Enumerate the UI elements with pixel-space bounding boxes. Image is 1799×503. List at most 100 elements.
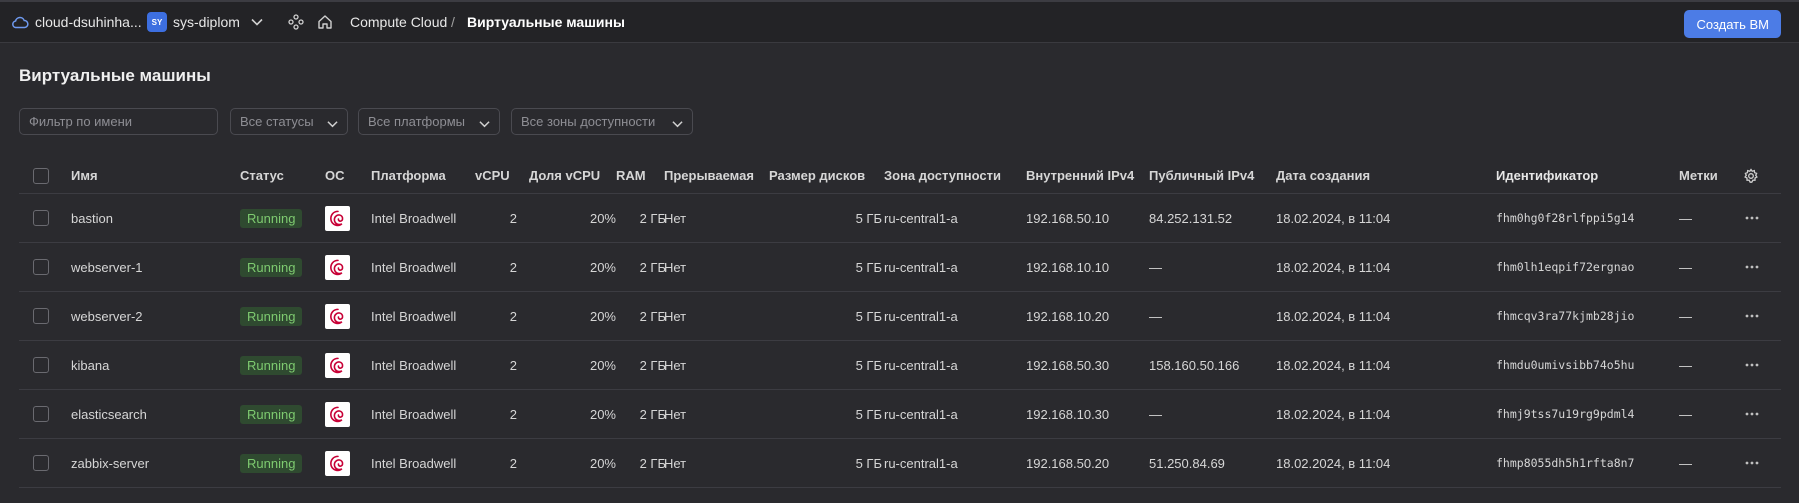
more-horizontal-icon[interactable] — [1745, 243, 1759, 291]
chevron-down-icon[interactable] — [250, 0, 264, 43]
debian-logo-icon — [325, 205, 350, 231]
cloud-selector[interactable]: cloud-dsuhinha... — [35, 0, 142, 43]
col-header-public-ip[interactable]: Публичный IPv4 — [1149, 158, 1254, 193]
status-filter-select[interactable]: Все статусы — [230, 108, 348, 135]
zone-cell: ru-central1-a — [884, 259, 958, 275]
os-cell — [325, 390, 350, 438]
table-row[interactable]: webserver-1 Running Intel Broadwell 2 20% 2 Г… — [19, 243, 1781, 292]
name-filter-placeholder: Фильтр по имени — [29, 114, 133, 129]
tags-cell: — — [1679, 455, 1692, 471]
col-header-internal-ip[interactable]: Внутренний IPv4 — [1026, 158, 1134, 193]
tags-cell: — — [1679, 259, 1692, 275]
table-row[interactable]: elasticsearch Running Intel Broadwell 2 20% 2… — [19, 390, 1781, 439]
status-badge: Running — [240, 355, 303, 375]
internal-ip-cell: 192.168.10.20 — [1026, 308, 1110, 324]
created-cell: 18.02.2024, в 11:04 — [1276, 357, 1391, 373]
platform-cell: Intel Broadwell — [371, 357, 457, 373]
more-horizontal-icon[interactable] — [1745, 439, 1759, 487]
platform-cell: Intel Broadwell — [371, 210, 457, 226]
col-header-status[interactable]: Статус — [240, 158, 284, 193]
col-header-id[interactable]: Идентификатор — [1496, 158, 1598, 193]
vm-name-link[interactable]: bastion — [71, 194, 113, 242]
table-row[interactable]: zabbix-server Running Intel Broadwell 2 20% 2… — [19, 439, 1781, 488]
select-all-checkbox[interactable] — [33, 158, 51, 193]
tags-cell: — — [1679, 406, 1692, 422]
col-header-vcpu-share[interactable]: Доля vCPU — [529, 158, 616, 193]
platform-filter-select[interactable]: Все платформы — [358, 108, 500, 135]
platform-cell: Intel Broadwell — [371, 259, 457, 275]
internal-ip-cell: 192.168.50.20 — [1026, 455, 1110, 471]
vcpu-share-cell: 20% — [589, 259, 616, 275]
disk-cell: 5 ГБ — [855, 406, 882, 422]
home-icon[interactable] — [317, 0, 333, 43]
vm-name-link[interactable]: webserver-1 — [71, 243, 143, 291]
vm-table: Имя Статус ОС Платформа vCPU Доля vCPU R… — [19, 158, 1781, 488]
services-icon[interactable] — [288, 0, 304, 43]
os-cell — [325, 194, 350, 242]
gear-icon[interactable] — [1743, 158, 1759, 193]
name-filter-input[interactable]: Фильтр по имени — [19, 108, 218, 135]
zone-filter-select[interactable]: Все зоны доступности — [511, 108, 693, 135]
preemptible-cell: Нет — [664, 210, 687, 226]
vm-name-link[interactable]: zabbix-server — [71, 439, 149, 487]
table-row[interactable]: bastion Running Intel Broadwell 2 20% 2 ГБ Нет… — [19, 194, 1781, 243]
table-row[interactable]: kibana Running Intel Broadwell 2 20% 2 ГБ Нет 5… — [19, 341, 1781, 390]
more-horizontal-icon[interactable] — [1745, 390, 1759, 438]
vcpu-cell: 2 — [509, 357, 517, 373]
col-header-vcpu[interactable]: vCPU — [475, 158, 515, 193]
status-cell: Running — [240, 390, 303, 438]
vm-id-cell: fhmcqv3ra77kjmb28jio — [1496, 309, 1635, 323]
col-header-ram[interactable]: RAM — [616, 158, 666, 193]
row-checkbox[interactable] — [33, 243, 51, 291]
status-cell: Running — [240, 439, 303, 487]
debian-logo-icon — [325, 254, 350, 280]
internal-ip-cell: 192.168.50.10 — [1026, 210, 1110, 226]
col-header-zone[interactable]: Зона доступности — [884, 158, 1001, 193]
row-checkbox[interactable] — [33, 292, 51, 340]
preemptible-cell: Нет — [664, 259, 687, 275]
top-bar: cloud-dsuhinha... SY sys-diplom Compute … — [0, 0, 1799, 43]
ram-cell: 2 ГБ — [639, 455, 666, 471]
created-cell: 18.02.2024, в 11:04 — [1276, 210, 1391, 226]
create-vm-button[interactable]: Создать ВМ — [1684, 10, 1781, 38]
more-horizontal-icon[interactable] — [1745, 341, 1759, 389]
public-ip-cell: — — [1149, 259, 1162, 275]
platform-cell: Intel Broadwell — [371, 406, 457, 422]
vm-name-link[interactable]: elasticsearch — [71, 390, 147, 438]
vcpu-cell: 2 — [509, 308, 517, 324]
zone-cell: ru-central1-a — [884, 455, 958, 471]
col-header-preemptible[interactable]: Прерываемая — [664, 158, 754, 193]
col-header-os[interactable]: ОС — [325, 158, 345, 193]
vm-id-cell: fhmp8055dh5h1rfta8n7 — [1496, 456, 1635, 470]
folder-selector[interactable]: sys-diplom — [173, 0, 240, 43]
row-checkbox[interactable] — [33, 341, 51, 389]
col-header-tags[interactable]: Метки — [1679, 158, 1718, 193]
col-header-platform[interactable]: Платформа — [371, 158, 446, 193]
cloud-icon[interactable] — [11, 0, 29, 43]
row-checkbox[interactable] — [33, 390, 51, 438]
preemptible-cell: Нет — [664, 357, 687, 373]
col-header-disk[interactable]: Размер дисков — [769, 158, 882, 193]
internal-ip-cell: 192.168.10.30 — [1026, 406, 1110, 422]
row-checkbox[interactable] — [33, 194, 51, 242]
more-horizontal-icon[interactable] — [1745, 194, 1759, 242]
disk-cell: 5 ГБ — [855, 455, 882, 471]
table-row[interactable]: webserver-2 Running Intel Broadwell 2 20% 2 Г… — [19, 292, 1781, 341]
status-badge: Running — [240, 453, 303, 473]
zone-cell: ru-central1-a — [884, 357, 958, 373]
breadcrumb-service[interactable]: Compute Cloud — [350, 0, 447, 43]
breadcrumb-separator: / — [451, 13, 455, 30]
vm-name-link[interactable]: webserver-2 — [71, 292, 143, 340]
more-horizontal-icon[interactable] — [1745, 292, 1759, 340]
col-header-name[interactable]: Имя — [71, 158, 98, 193]
vcpu-cell: 2 — [509, 406, 517, 422]
os-cell — [325, 243, 350, 291]
vm-id-cell: fhmdu0umivsibb74o5hu — [1496, 358, 1635, 372]
disk-cell: 5 ГБ — [855, 210, 882, 226]
status-badge: Running — [240, 257, 303, 277]
status-badge: Running — [240, 306, 303, 326]
col-header-created[interactable]: Дата создания — [1276, 158, 1370, 193]
vcpu-cell: 2 — [509, 259, 517, 275]
row-checkbox[interactable] — [33, 439, 51, 487]
vm-name-link[interactable]: kibana — [71, 341, 109, 389]
